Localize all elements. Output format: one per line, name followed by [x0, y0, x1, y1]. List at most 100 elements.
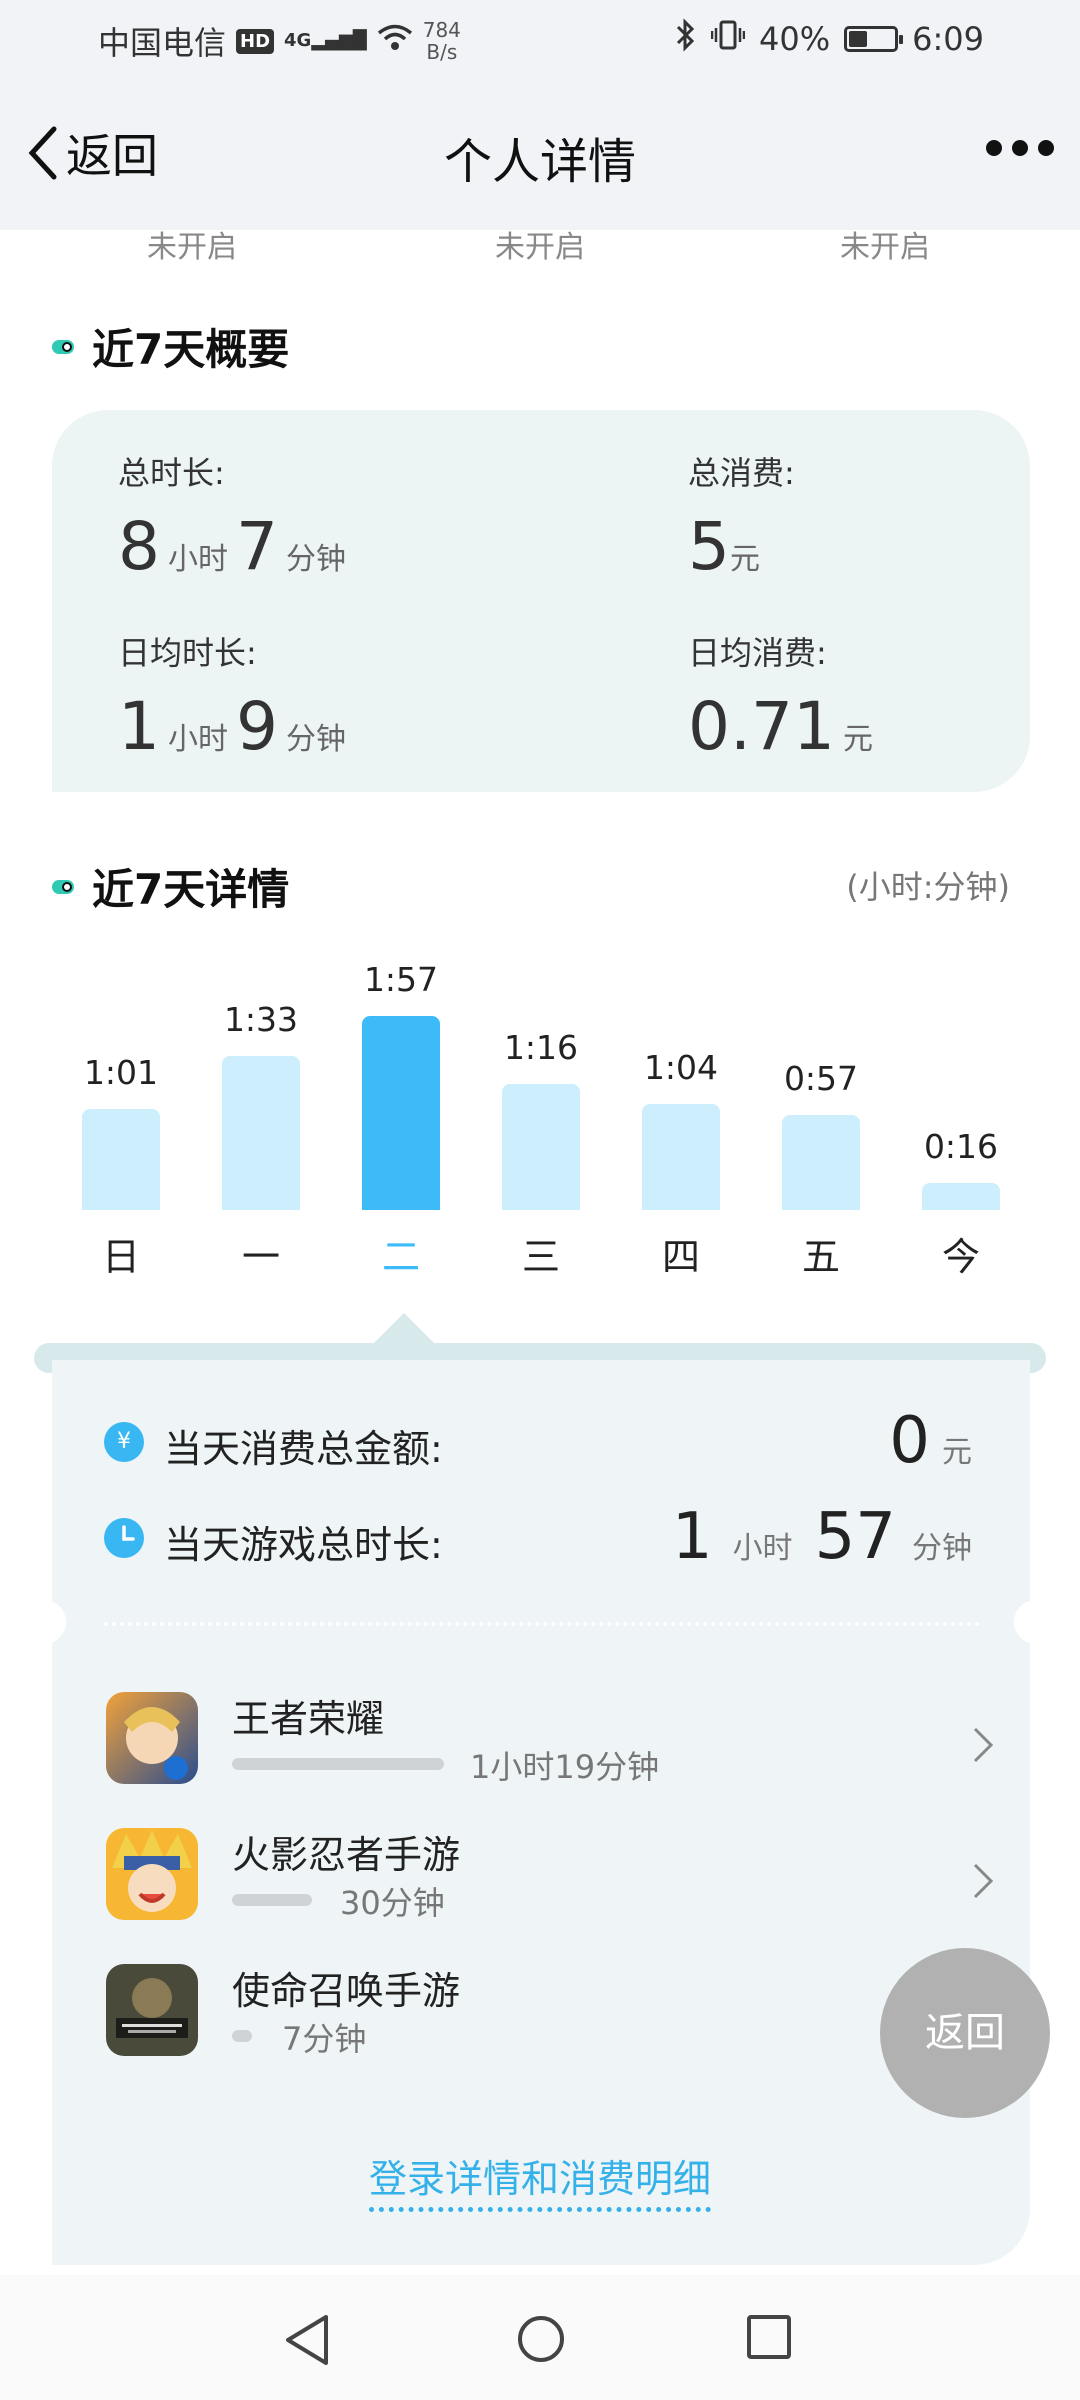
feature-status: 未开启 [495, 230, 585, 265]
call-of-duty-icon [106, 1964, 198, 2056]
section-marker-icon [52, 339, 74, 354]
bar-value-label: 1:01 [83, 1053, 159, 1092]
bar-column[interactable]: 1:57 [362, 940, 440, 1210]
currency-unit: 元 [842, 722, 873, 757]
vibrate-icon [710, 20, 746, 58]
hour-unit: 小时 [732, 1531, 793, 1566]
game-item[interactable]: 使命召唤手游 7分钟 [104, 1960, 1004, 2080]
day-label[interactable]: 四 [631, 1226, 731, 1281]
bar[interactable] [502, 1084, 580, 1210]
total-duration-value: 8 小时 7 分钟 [118, 508, 354, 585]
game-time-bar [232, 2030, 252, 2042]
minute-unit: 分钟 [286, 722, 346, 757]
bar-column[interactable]: 1:01 [82, 940, 160, 1210]
total-duration-label: 总时长: [118, 454, 225, 492]
avg-duration-value: 1 小时 9 分钟 [118, 688, 354, 765]
money-bag-icon: ¥ [104, 1422, 144, 1462]
bar[interactable] [782, 1115, 860, 1210]
nav-recents-icon[interactable] [745, 2313, 793, 2361]
clock-icon [104, 1518, 144, 1558]
avg-spend-value: 0.71 元 [688, 688, 881, 765]
bar-value-label: 0:16 [923, 1127, 999, 1166]
game-item[interactable]: 王者荣耀 1小时19分钟 [104, 1688, 1004, 1808]
bar[interactable] [642, 1104, 720, 1210]
day-label[interactable]: 二 [351, 1226, 451, 1281]
battery-percent: 40% [759, 20, 831, 58]
network-type: 4G [284, 30, 312, 51]
bar[interactable] [222, 1056, 300, 1210]
day-label[interactable]: 五 [771, 1226, 871, 1281]
summary-card: 总时长: 8 小时 7 分钟 总消费: 5元 日均时长: 1 小时 9 分钟 日均消费: 0… [52, 410, 1030, 792]
login-consumption-detail-link[interactable]: 登录详情和消费明细 [0, 2148, 1080, 2212]
game-time: 30分钟 [340, 1884, 445, 1922]
day-time-label: 当天游戏总时长: [164, 1523, 443, 1567]
chevron-right-icon [973, 1863, 994, 1899]
bar[interactable] [82, 1109, 160, 1210]
hours-value: 1 [118, 688, 160, 765]
game-item[interactable]: 火影忍者手游 30分钟 [104, 1824, 1004, 1944]
total-spend: 总消费: 5元 [688, 448, 795, 585]
carrier-label: 中国电信 [98, 24, 227, 62]
avg-duration: 日均时长: 1 小时 9 分钟 [118, 628, 354, 765]
minute-unit: 分钟 [912, 1531, 972, 1566]
game-time-bar [232, 1894, 312, 1906]
floating-back-button[interactable]: 返回 [880, 1948, 1050, 2118]
detail-section-header: 近7天详情 [52, 856, 289, 917]
feature-status: 未开启 [840, 230, 930, 265]
unit-note: (小时:分钟) [846, 868, 1010, 906]
status-right: 40% 6:09 [675, 18, 984, 60]
section-marker-icon [52, 879, 74, 894]
system-nav-bar [0, 2275, 1080, 2400]
feature-status: 未开启 [147, 230, 237, 265]
hours-value: 1 [671, 1500, 713, 1574]
day-label[interactable]: 日 [71, 1226, 171, 1281]
battery-fill [849, 31, 868, 47]
amount-value: 0.71 [688, 688, 835, 765]
day-spend-value: 0元 [889, 1404, 980, 1478]
more-icon[interactable] [986, 140, 1054, 156]
bar-column[interactable]: 1:04 [642, 940, 720, 1210]
page-title: 个人详情 [443, 134, 636, 190]
summary-section-header: 近7天概要 [52, 316, 289, 377]
hours-value: 8 [118, 508, 160, 585]
day-label[interactable]: 今 [911, 1226, 1011, 1281]
avg-spend: 日均消费: 0.71 元 [688, 628, 881, 765]
chevron-right-icon [973, 1727, 994, 1763]
hour-unit: 小时 [168, 542, 228, 577]
dotted-divider [104, 1622, 980, 1626]
avg-duration-label: 日均时长: [118, 634, 257, 672]
status-left: 中国电信 HD 4G▂▄▆█ 784 B/s [98, 18, 461, 64]
bar-column[interactable]: 0:16 [922, 940, 1000, 1210]
currency-unit: 元 [730, 542, 760, 577]
speed-unit: B/s [426, 40, 458, 64]
game-time: 7分钟 [282, 2020, 367, 2058]
nav-back-icon[interactable] [282, 2313, 332, 2367]
bar-value-label: 1:57 [363, 960, 439, 999]
total-duration: 总时长: 8 小时 7 分钟 [118, 448, 354, 585]
bar-column[interactable]: 1:16 [502, 940, 580, 1210]
day-time-row: 当天游戏总时长: 1 小时 57 分钟 [104, 1500, 980, 1588]
bar-value-label: 0:57 [783, 1059, 859, 1098]
bar[interactable] [362, 1016, 440, 1210]
day-label[interactable]: 三 [491, 1226, 591, 1281]
nav-home-icon[interactable] [515, 2313, 567, 2365]
day-label[interactable]: 一 [211, 1226, 311, 1281]
bar[interactable] [922, 1183, 1000, 1210]
total-spend-label: 总消费: [688, 454, 795, 492]
total-spend-value: 5元 [688, 508, 795, 585]
game-name: 火影忍者手游 [232, 1833, 461, 1877]
bar-column[interactable]: 1:33 [222, 940, 300, 1210]
hd-badge: HD [236, 28, 275, 54]
avg-spend-label: 日均消费: [688, 634, 827, 672]
hour-unit: 小时 [168, 722, 228, 757]
bar-column[interactable]: 0:57 [782, 940, 860, 1210]
clock: 6:09 [912, 20, 984, 58]
bluetooth-icon [675, 18, 697, 60]
day-spend-row: ¥ 当天消费总金额: 0元 [104, 1404, 980, 1492]
battery-icon [844, 26, 904, 52]
net-speed: 784 B/s [423, 19, 461, 63]
wifi-icon [377, 22, 413, 60]
signal-icon: 4G▂▄▆█ [284, 30, 367, 51]
day-spend-label: 当天消费总金额: [164, 1427, 443, 1471]
day-time-value: 1 小时 57 分钟 [672, 1500, 980, 1574]
